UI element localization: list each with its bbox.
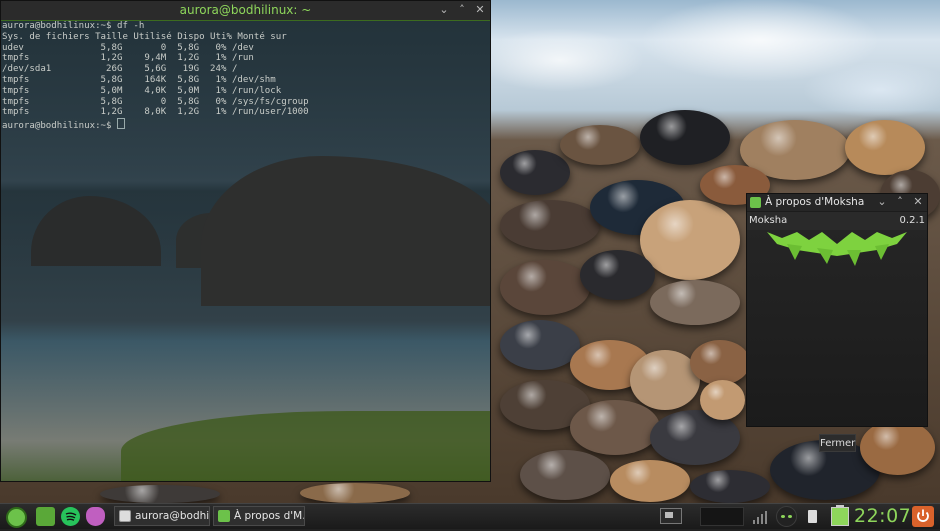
terminal-window[interactable]: aurora@bodhilinux: ~ ⌄ ˄ ✕ aurora@bodhil… — [0, 0, 491, 482]
wallpaper-stone — [860, 420, 935, 475]
terminal-line: tmpfs 1,2G 8,0K 1,2G 1% /run/user/1000 — [2, 107, 309, 118]
terminal-line: tmpfs 1,2G 9,4M 1,2G 1% /run — [2, 53, 254, 64]
close-button[interactable]: ✕ — [473, 3, 487, 17]
background-grass — [121, 411, 490, 481]
battery-icon[interactable] — [831, 505, 849, 526]
wallpaper-stone — [520, 450, 610, 500]
signal-bars-icon[interactable] — [752, 509, 768, 524]
start-menu-leaf-icon[interactable] — [6, 507, 27, 528]
wallpaper-stone — [700, 380, 745, 420]
pager-desktop-2[interactable] — [700, 507, 744, 526]
maximize-button[interactable]: ˄ — [455, 3, 469, 17]
app-name: Moksha — [749, 215, 788, 226]
minimize-button[interactable]: ⌄ — [437, 3, 451, 17]
terminal-titlebar[interactable]: aurora@bodhilinux: ~ ⌄ ˄ ✕ — [1, 1, 490, 21]
moksha-app-icon — [218, 510, 230, 522]
about-header: Moksha 0.2.1 — [747, 212, 927, 230]
wallpaper-stone — [500, 150, 570, 195]
terminal-line: tmpfs 5,8G 0 5,8G 0% /sys/fs/cgroup — [2, 96, 309, 107]
wallpaper-stone — [570, 400, 660, 455]
text-cursor — [116, 118, 125, 130]
maximize-button[interactable]: ˄ — [893, 195, 907, 209]
terminal-line: udev 5,8G 0 5,8G 0% /dev — [2, 42, 254, 53]
background-cliff — [201, 156, 490, 306]
wallpaper-stone — [845, 120, 925, 175]
wallpaper-stone — [500, 200, 600, 250]
minimize-button[interactable]: ⌄ — [875, 195, 889, 209]
app-version: 0.2.1 — [899, 215, 925, 226]
alien-face-icon[interactable] — [776, 506, 797, 527]
task-about-moksha[interactable]: À propos d'M… — [213, 506, 305, 526]
wallpaper-stone — [650, 280, 740, 325]
taskbar: aurora@bodhi… À propos d'M… 22:07 — [0, 503, 940, 529]
wallpaper-stone — [640, 200, 740, 280]
moksha-app-icon — [750, 197, 761, 208]
wallpaper-stone — [500, 260, 590, 315]
wallpaper-stone — [300, 483, 410, 503]
terminal-line: aurora@bodhilinux:~$ df -h — [2, 21, 145, 31]
wallpaper-stone — [610, 460, 690, 502]
wallpaper-stone — [690, 470, 770, 503]
terminal-prompt-line[interactable]: aurora@bodhilinux:~$ — [2, 118, 309, 132]
terminal-title: aurora@bodhilinux: ~ — [179, 3, 312, 17]
about-titlebar[interactable]: À propos d'Moksha ⌄ ˄ ✕ — [747, 194, 927, 211]
close-button[interactable]: ✕ — [911, 195, 925, 209]
clock[interactable]: 22:07 — [854, 505, 911, 527]
clipboard-icon[interactable] — [808, 510, 817, 523]
pager-desktop-icon[interactable] — [660, 508, 682, 524]
terminal-line: Sys. de fichiers Taille Utilisé Dispo Ut… — [2, 31, 287, 42]
terminal-line: tmpfs 5,8G 164K 5,8G 1% /dev/shm — [2, 74, 276, 85]
wallpaper-stone — [560, 125, 640, 165]
moksha-logo-art: Fermer — [747, 230, 927, 452]
launcher-arrows-icon[interactable] — [36, 507, 55, 526]
terminal-line: /dev/sda1 26G 5,6G 19G 24% / — [2, 64, 238, 75]
background-rock — [31, 196, 161, 266]
spotify-icon[interactable] — [61, 507, 80, 526]
terminal-body[interactable]: aurora@bodhilinux:~$ df -h Sys. de fichie… — [1, 21, 490, 481]
wallpaper-stone — [690, 340, 750, 385]
wallpaper-stone — [580, 250, 655, 300]
close-dialog-button[interactable]: Fermer — [819, 434, 856, 452]
wallpaper-stone — [500, 320, 580, 370]
moksha-leaf-icon — [767, 232, 907, 266]
terminal-line: tmpfs 5,0M 4,0K 5,0M 1% /run/lock — [2, 85, 282, 96]
task-label: À propos d'M… — [234, 510, 305, 522]
wallpaper-stone — [100, 485, 220, 503]
task-terminal[interactable]: aurora@bodhi… — [114, 506, 210, 526]
power-icon[interactable] — [912, 506, 934, 527]
about-title: À propos d'Moksha — [765, 196, 865, 208]
wallpaper-stone — [640, 110, 730, 165]
terminal-output: aurora@bodhilinux:~$ df -h Sys. de fichie… — [2, 21, 309, 132]
terminal-icon — [119, 510, 131, 522]
podcast-icon[interactable] — [86, 507, 105, 526]
terminal-prompt: aurora@bodhilinux:~$ — [2, 121, 117, 132]
about-moksha-window[interactable]: À propos d'Moksha ⌄ ˄ ✕ Moksha 0.2.1 Fer… — [746, 193, 928, 452]
task-label: aurora@bodhi… — [135, 510, 210, 522]
